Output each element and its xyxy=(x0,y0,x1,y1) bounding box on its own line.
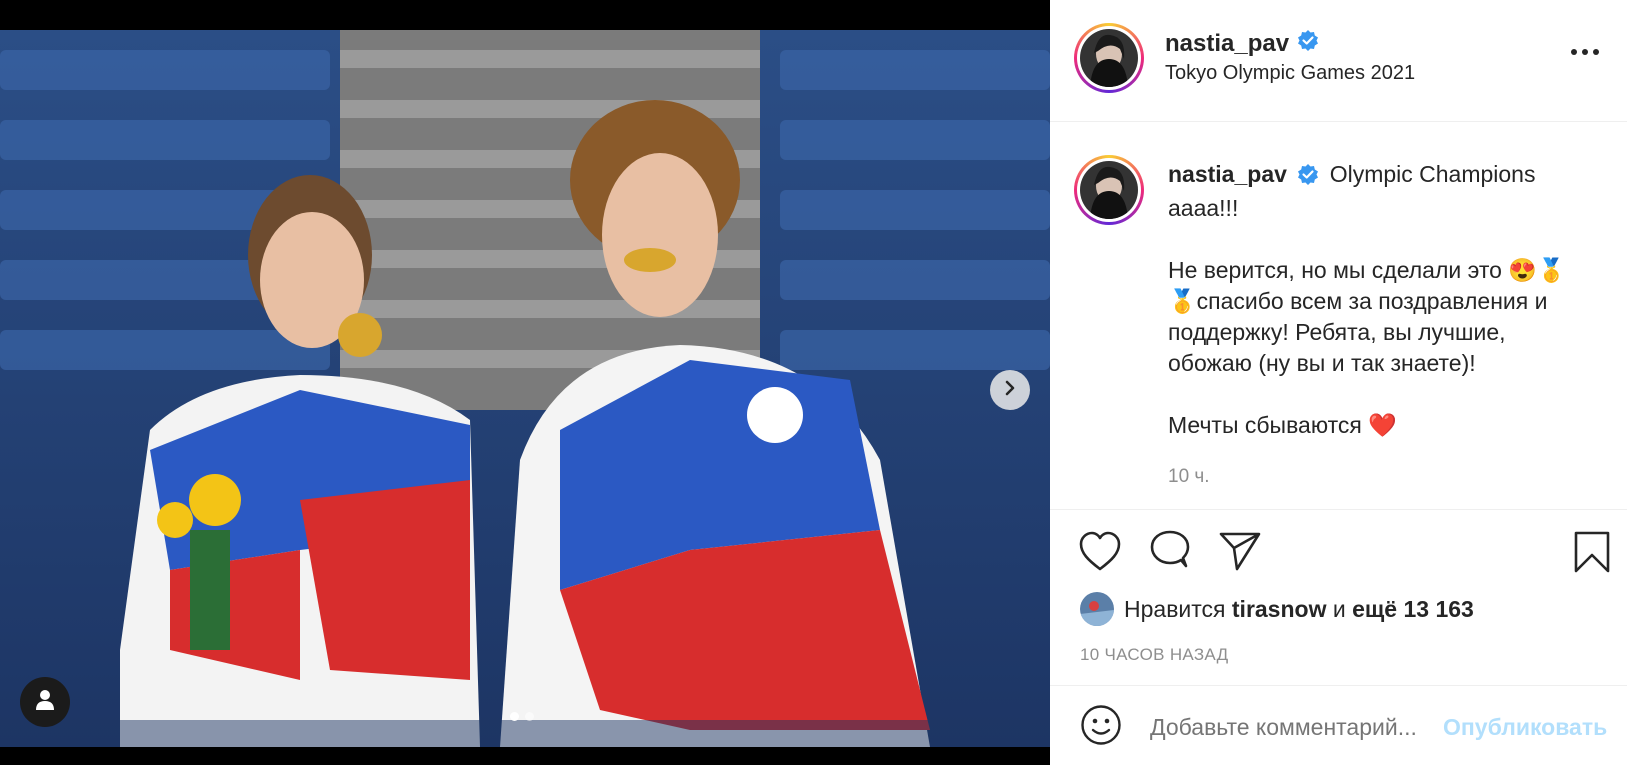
post-panel: nastia_pav Tokyo Olympic Games 2021 nast… xyxy=(1050,0,1627,765)
header-username-row: nastia_pav xyxy=(1165,29,1319,58)
caption-line2: аааа!!! xyxy=(1168,195,1239,221)
heart-icon xyxy=(1078,531,1122,576)
bookmark-icon xyxy=(1572,531,1612,578)
post-caption: nastia_pav Olympic Champions аааа!!! Не … xyxy=(1050,121,1627,510)
caption-para2-d: обожаю (ну вы и так знаете)! xyxy=(1168,350,1476,376)
user-icon xyxy=(35,689,55,716)
header-location[interactable]: Tokyo Olympic Games 2021 xyxy=(1165,62,1415,85)
liker-avatar[interactable] xyxy=(1080,592,1114,626)
post-comment-button[interactable]: Опубликовать xyxy=(1443,714,1607,741)
post-timestamp[interactable]: 10 ЧАСОВ НАЗАД xyxy=(1080,645,1228,665)
carousel-dot xyxy=(525,712,534,721)
post-header: nastia_pav Tokyo Olympic Games 2021 xyxy=(1050,0,1627,122)
comment-box: Опубликовать xyxy=(1050,686,1627,765)
header-avatar[interactable] xyxy=(1074,23,1144,93)
chevron-right-icon xyxy=(1002,380,1018,401)
verified-badge-icon xyxy=(1297,162,1319,193)
verified-badge-icon xyxy=(1297,29,1319,58)
carousel-dot xyxy=(510,712,519,721)
caption-para2-a: Не верится, но мы сделали это 😍🥇 xyxy=(1168,257,1566,283)
likes-count[interactable]: ещё 13 163 xyxy=(1352,596,1474,622)
caption-text: nastia_pav Olympic Champions аааа!!! Не … xyxy=(1168,159,1598,441)
liker-username[interactable]: tirasnow xyxy=(1232,596,1327,622)
header-username[interactable]: nastia_pav xyxy=(1165,30,1289,58)
next-photo-button[interactable] xyxy=(990,370,1030,410)
carousel-indicator xyxy=(510,712,534,721)
media-area xyxy=(0,0,1050,765)
send-icon xyxy=(1217,532,1263,576)
like-button[interactable] xyxy=(1078,530,1122,577)
comment-icon xyxy=(1148,530,1192,576)
caption-avatar[interactable] xyxy=(1074,155,1144,225)
share-button[interactable] xyxy=(1217,530,1263,577)
likes-prefix: Нравится xyxy=(1124,595,1226,622)
likes-conj: и xyxy=(1332,595,1346,622)
caption-line1: Olympic Champions xyxy=(1329,161,1536,187)
caption-para2-c: поддержку! Ребята, вы лучшие, xyxy=(1168,319,1506,345)
tagged-users-button[interactable] xyxy=(20,677,70,727)
post-photo[interactable] xyxy=(0,30,1050,747)
red-heart-emoji: ❤️ xyxy=(1368,412,1397,438)
post-actions: Нравится tirasnow и ещё 13 163 10 ЧАСОВ … xyxy=(1050,510,1627,686)
comment-input[interactable] xyxy=(1150,714,1440,741)
caption-username[interactable]: nastia_pav xyxy=(1168,161,1287,187)
caption-time[interactable]: 10 ч. xyxy=(1168,466,1210,488)
emoji-button[interactable] xyxy=(1080,704,1122,751)
more-horizontal-icon xyxy=(1570,45,1600,62)
smiley-icon xyxy=(1080,705,1122,750)
more-options-button[interactable] xyxy=(1570,45,1600,63)
comment-button[interactable] xyxy=(1148,530,1192,577)
likes-row: Нравится tirasnow и ещё 13 163 xyxy=(1080,592,1474,626)
caption-para3: Мечты сбываются xyxy=(1168,412,1362,438)
caption-para2-b: 🥇спасибо всем за поздравления и xyxy=(1168,288,1548,314)
save-button[interactable] xyxy=(1572,530,1612,579)
